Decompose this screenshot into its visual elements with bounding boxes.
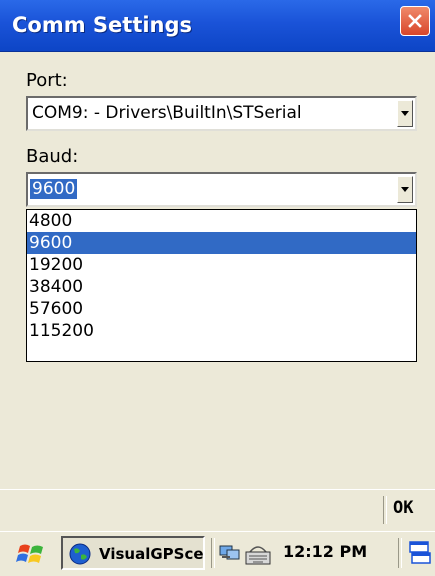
chevron-down-icon bbox=[401, 111, 409, 116]
port-dropdown[interactable]: COM9: - Drivers\BuiltIn\STSerial bbox=[26, 96, 417, 131]
baud-option-38400[interactable]: 38400 bbox=[27, 276, 416, 298]
input-panel[interactable] bbox=[244, 540, 272, 570]
network-status[interactable] bbox=[219, 542, 241, 566]
baud-option-115200[interactable]: 115200 bbox=[27, 320, 416, 342]
show-desktop-button[interactable] bbox=[408, 540, 432, 570]
port-value: COM9: - Drivers\BuiltIn\STSerial bbox=[32, 103, 302, 123]
command-bar-divider bbox=[383, 496, 387, 524]
baud-option-19200[interactable]: 19200 bbox=[27, 254, 416, 276]
close-icon bbox=[408, 14, 422, 28]
desktop-icon bbox=[409, 541, 431, 564]
globe-icon bbox=[69, 543, 91, 565]
start-button[interactable] bbox=[16, 540, 46, 568]
keyboard-icon bbox=[245, 546, 271, 565]
window-title: Comm Settings bbox=[12, 13, 193, 37]
baud-dropdown-button[interactable] bbox=[397, 176, 413, 203]
baud-option-4800[interactable]: 4800 bbox=[27, 210, 416, 232]
baud-option-57600[interactable]: 57600 bbox=[27, 298, 416, 320]
title-bar: Comm Settings bbox=[0, 0, 435, 52]
baud-option-9600[interactable]: 9600 bbox=[27, 232, 416, 254]
chevron-down-icon bbox=[401, 187, 409, 192]
baud-label: Baud: bbox=[26, 146, 79, 167]
clock[interactable]: 12:12 PM bbox=[283, 542, 367, 561]
port-dropdown-button[interactable] bbox=[397, 100, 413, 127]
command-bar: OK bbox=[0, 489, 435, 531]
tray-divider bbox=[211, 538, 215, 568]
taskbar: VisualGPSce 12:12 PM bbox=[0, 531, 435, 576]
taskbar-app-label: VisualGPSce bbox=[99, 545, 204, 563]
close-button[interactable] bbox=[400, 6, 430, 36]
baud-value: 9600 bbox=[30, 179, 78, 199]
taskbar-app-button[interactable]: VisualGPSce bbox=[61, 536, 205, 570]
ok-button[interactable]: OK bbox=[393, 498, 413, 518]
baud-options-list[interactable]: 4800 9600 19200 38400 57600 115200 bbox=[26, 209, 417, 362]
tray-divider bbox=[398, 538, 402, 568]
windows-flag-icon bbox=[16, 544, 43, 563]
network-icon bbox=[219, 545, 240, 560]
baud-dropdown[interactable]: 9600 bbox=[26, 172, 417, 207]
port-label: Port: bbox=[26, 70, 68, 91]
